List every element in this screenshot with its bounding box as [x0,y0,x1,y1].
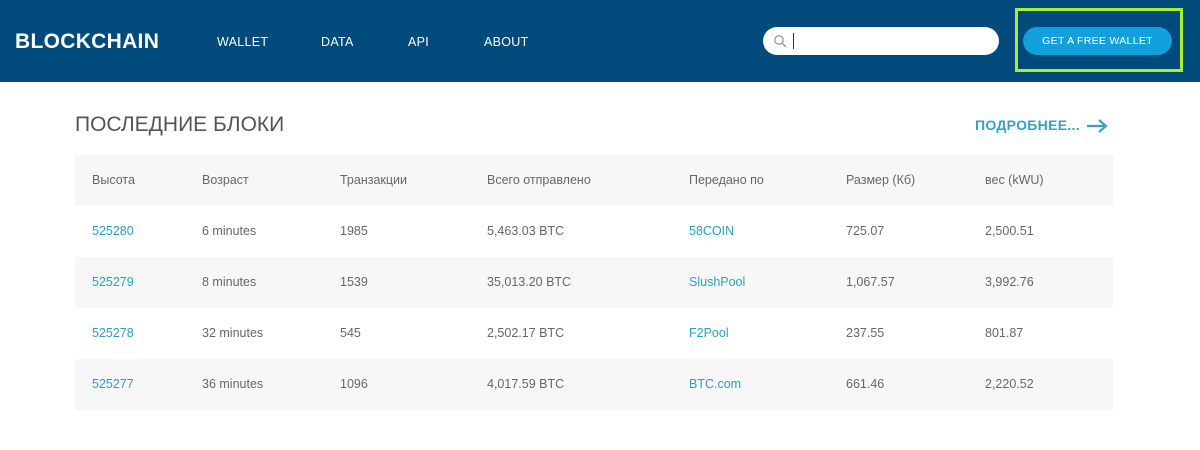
cell-relayed-by-link[interactable]: F2Pool [689,326,729,340]
col-weight: вес (kWU) [985,173,1044,187]
cell-total-sent: 4,017.59 BTC [487,377,565,391]
nav-about[interactable]: ABOUT [484,35,529,49]
col-total-sent: Всего отправлено [487,173,591,187]
cell-transactions: 1539 [340,275,368,289]
col-relayed-by: Передано по [689,173,764,187]
col-age: Возраст [202,173,249,187]
cell-age: 32 minutes [202,326,264,340]
nav-api[interactable]: API [408,35,429,49]
cell-weight: 2,500.51 [985,224,1034,238]
cell-height-link[interactable]: 525280 [92,224,134,238]
cell-weight: 2,220.52 [985,377,1034,391]
cell-relayed-by-link[interactable]: SlushPool [689,275,745,289]
text-cursor [793,33,794,49]
cell-weight: 801.87 [985,326,1024,340]
cell-age: 6 minutes [202,224,257,238]
cell-size: 661.46 [846,377,885,391]
page-title: ПОСЛЕДНИЕ БЛОКИ [75,113,285,136]
cell-age: 8 minutes [202,275,257,289]
cell-size: 1,067.57 [846,275,895,289]
more-link[interactable]: ПОДРОБНЕЕ... [975,117,1108,134]
cell-size: 237.55 [846,326,885,340]
logo[interactable]: BLOCKCHAIN [15,30,159,54]
blocks-table: Высота Возраст Транзакции Всего отправле… [75,155,1113,410]
cell-transactions: 545 [340,326,361,340]
cell-transactions: 1096 [340,377,368,391]
table-row: 525280 6 minutes 1985 5,463.03 BTC 58COIN 725… [75,206,1113,257]
table-row: 525277 36 minutes 1096 4,017.59 BTC BTC.com 6… [75,359,1113,410]
more-label: ПОДРОБНЕЕ... [975,117,1080,133]
cell-age: 36 minutes [202,377,264,391]
cell-height-link[interactable]: 525279 [92,275,134,289]
nav-wallet[interactable]: WALLET [217,35,268,49]
table-header: Высота Возраст Транзакции Всего отправле… [75,155,1113,206]
col-height: Высота [92,173,135,187]
cell-size: 725.07 [846,224,885,238]
nav-data[interactable]: DATA [321,35,354,49]
top-navbar: BLOCKCHAIN WALLET DATA API ABOUT GET A F… [0,0,1200,82]
table-row: 525278 32 minutes 545 2,502.17 BTC F2Pool 237… [75,308,1113,359]
col-transactions: Транзакции [340,173,408,187]
cell-total-sent: 5,463.03 BTC [487,224,565,238]
cell-transactions: 1985 [340,224,368,238]
arrow-right-icon [1086,119,1108,134]
cell-relayed-by-link[interactable]: 58COIN [689,224,734,238]
get-free-wallet-button[interactable]: GET A FREE WALLET [1023,27,1172,55]
cell-total-sent: 35,013.20 BTC [487,275,572,289]
table-row: 525279 8 minutes 1539 35,013.20 BTC SlushPoo… [75,257,1113,308]
col-size: Размер (Кб) [846,173,916,187]
search-icon [774,35,787,48]
search-input[interactable] [763,27,999,55]
cell-total-sent: 2,502.17 BTC [487,326,565,340]
cell-height-link[interactable]: 525277 [92,377,134,391]
cell-weight: 3,992.76 [985,275,1034,289]
cell-height-link[interactable]: 525278 [92,326,134,340]
cell-relayed-by-link[interactable]: BTC.com [689,377,741,391]
